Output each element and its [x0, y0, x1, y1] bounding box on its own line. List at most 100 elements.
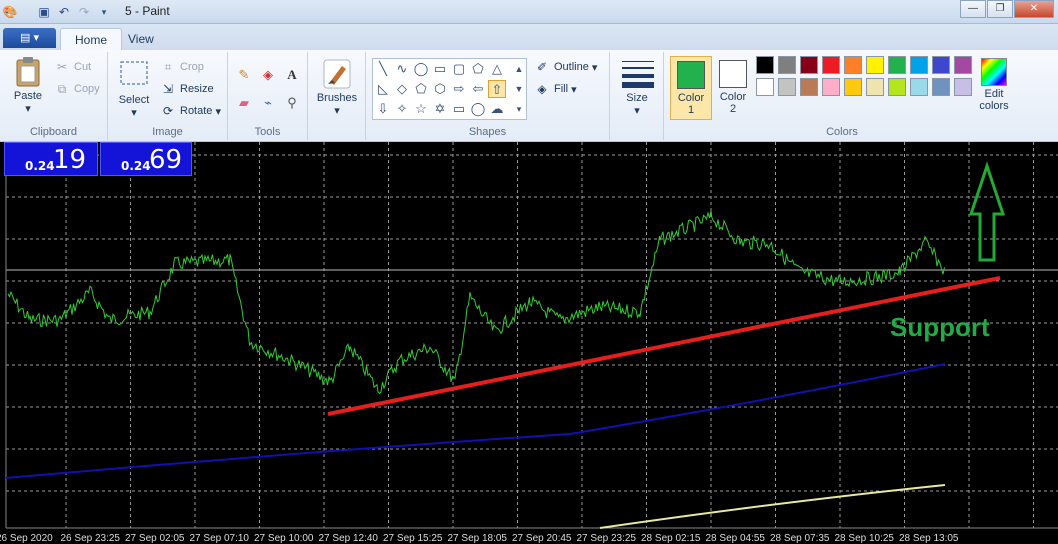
shapes-expand-icon[interactable]: ▾ — [510, 100, 528, 118]
palette-swatch[interactable] — [844, 56, 862, 74]
palette-swatch[interactable] — [910, 78, 928, 96]
palette-swatch[interactable] — [800, 78, 818, 96]
palette-swatch[interactable] — [822, 56, 840, 74]
x-axis-tick-label: 27 Sep 10:00 — [254, 533, 314, 544]
brushes-button[interactable]: Brushes ▾ — [314, 58, 360, 117]
price-chart: Support 26 Sep 2020 26 Sep 23:25 27 Sep 02:… — [0, 142, 1058, 544]
fill-button[interactable]: ◈ Fill ▾ — [534, 80, 576, 98]
color1-swatch — [677, 61, 705, 89]
color2-number: 2 — [729, 103, 737, 115]
magnifier-icon[interactable]: ⚲ — [281, 92, 303, 114]
palette-swatch[interactable] — [866, 56, 884, 74]
drawing-canvas[interactable]: Support 26 Sep 2020 26 Sep 23:25 27 Sep 02:… — [0, 142, 1058, 544]
copy-button[interactable]: ⧉ Copy — [54, 80, 100, 98]
palette-swatch[interactable] — [800, 56, 818, 74]
colors-group-label: Colors — [826, 126, 858, 138]
resize-button[interactable]: ⇲ Resize — [160, 80, 214, 98]
rotate-button[interactable]: ⟳ Rotate ▾ — [160, 102, 221, 120]
rectangle-shape-icon[interactable]: ▭ — [431, 60, 449, 78]
tab-home[interactable]: Home — [60, 28, 123, 50]
paint-menu-button[interactable]: ▤ ▾ — [3, 28, 56, 48]
crop-label: Crop — [180, 61, 204, 73]
cloud-callout-shape-icon[interactable]: ☁ — [488, 100, 506, 118]
palette-swatch[interactable] — [910, 56, 928, 74]
four-point-star-shape-icon[interactable]: ✧ — [393, 100, 411, 118]
palette-swatch[interactable] — [844, 78, 862, 96]
color1-button[interactable]: Color 1 — [670, 56, 712, 120]
rounded-callout-shape-icon[interactable]: ▭ — [450, 100, 468, 118]
hexagon-shape-icon[interactable]: ⬡ — [431, 80, 449, 98]
close-button[interactable]: ✕ — [1014, 0, 1054, 18]
color-picker-icon[interactable]: ⌁ — [257, 92, 279, 114]
diamond-shape-icon[interactable]: ◇ — [393, 80, 411, 98]
up-arrow-shape-icon[interactable]: ⇧ — [488, 80, 506, 98]
color2-button[interactable]: Color 2 — [712, 56, 754, 120]
palette-swatch[interactable] — [778, 78, 796, 96]
ask-price-box: 0.24 69 — [100, 142, 192, 176]
pentagon-shape-icon[interactable]: ⬠ — [412, 80, 430, 98]
tab-view[interactable]: View — [114, 28, 168, 50]
pencil-icon[interactable]: ✎ — [233, 64, 255, 86]
redo-icon[interactable]: ↷ — [76, 4, 92, 20]
palette-swatch[interactable] — [778, 56, 796, 74]
palette-swatch[interactable] — [888, 78, 906, 96]
maximize-button[interactable]: ❐ — [987, 0, 1013, 18]
curve-shape-icon[interactable]: ∿ — [393, 60, 411, 78]
paste-button[interactable]: Paste ▾ — [8, 56, 48, 115]
undo-icon[interactable]: ↶ — [56, 4, 72, 20]
right-triangle-shape-icon[interactable]: ◺ — [374, 80, 392, 98]
eraser-icon[interactable]: ▰ — [233, 92, 255, 114]
brushes-label: Brushes — [316, 92, 358, 104]
oval-callout-shape-icon[interactable]: ◯ — [469, 100, 487, 118]
palette-swatch[interactable] — [756, 56, 774, 74]
oval-shape-icon[interactable]: ◯ — [412, 60, 430, 78]
down-arrow-shape-icon[interactable]: ⇩ — [374, 100, 392, 118]
rounded-rectangle-shape-icon[interactable]: ▢ — [450, 60, 468, 78]
triangle-shape-icon[interactable]: △ — [488, 60, 506, 78]
cut-button[interactable]: ✂ Cut — [54, 58, 91, 76]
window-title: 5 - Paint — [125, 4, 170, 18]
shapes-scroll-up-icon[interactable]: ▲ — [510, 60, 528, 78]
image-group-label: Image — [152, 126, 183, 138]
rotate-icon: ⟳ — [162, 104, 174, 118]
six-point-star-shape-icon[interactable]: ✡ — [431, 100, 449, 118]
edit-colors-label-line2: colors — [979, 100, 1009, 112]
text-tool-icon[interactable]: A — [281, 64, 303, 86]
brush-icon — [322, 58, 352, 90]
palette-swatch[interactable] — [888, 56, 906, 74]
palette-swatch[interactable] — [932, 56, 950, 74]
palette-swatch[interactable] — [756, 78, 774, 96]
crop-button[interactable]: ⌗ Crop — [160, 58, 204, 76]
palette-swatch[interactable] — [932, 78, 950, 96]
polygon-shape-icon[interactable]: ⬠ — [469, 60, 487, 78]
color2-label: Color — [719, 91, 747, 103]
shapes-group-label: Shapes — [468, 126, 507, 138]
save-icon[interactable]: ▣ — [36, 4, 52, 20]
shapes-scroll-down-icon[interactable]: ▼ — [510, 80, 528, 98]
fill-bucket-icon[interactable]: ◈ — [257, 64, 279, 86]
select-button[interactable]: Select ▾ — [114, 60, 154, 119]
moving-average-slow-line — [5, 363, 946, 479]
x-axis-tick-label: 27 Sep 15:25 — [383, 533, 443, 544]
x-axis-tick-label: 26 Sep 2020 — [0, 533, 53, 544]
paste-label: Paste — [13, 90, 43, 102]
customize-quick-access-icon[interactable]: ▾ — [96, 4, 112, 20]
line-shape-icon[interactable]: ╲ — [374, 60, 392, 78]
up-arrow-annotation — [968, 161, 1006, 262]
minimize-button[interactable]: — — [960, 0, 986, 18]
palette-swatch[interactable] — [954, 56, 972, 74]
support-annotation-label: Support — [890, 312, 990, 342]
paint-app-icon[interactable]: 🎨 — [2, 4, 18, 20]
resize-label: Resize — [180, 83, 214, 95]
five-point-star-shape-icon[interactable]: ☆ — [412, 100, 430, 118]
palette-swatch[interactable] — [866, 78, 884, 96]
outline-button[interactable]: ✐ Outline ▾ — [534, 58, 597, 76]
palette-swatch[interactable] — [822, 78, 840, 96]
tools-group-label: Tools — [254, 126, 281, 138]
right-arrow-shape-icon[interactable]: ⇨ — [450, 80, 468, 98]
edit-colors-button[interactable]: Edit colors — [972, 58, 1016, 112]
size-button[interactable]: Size ▾ — [616, 58, 658, 117]
left-arrow-shape-icon[interactable]: ⇦ — [469, 80, 487, 98]
palette-swatch[interactable] — [954, 78, 972, 96]
ribbon: Paste ▾ ✂ Cut ⧉ Copy Clipboard Select ▾ ⌗ Cro… — [0, 50, 1058, 142]
